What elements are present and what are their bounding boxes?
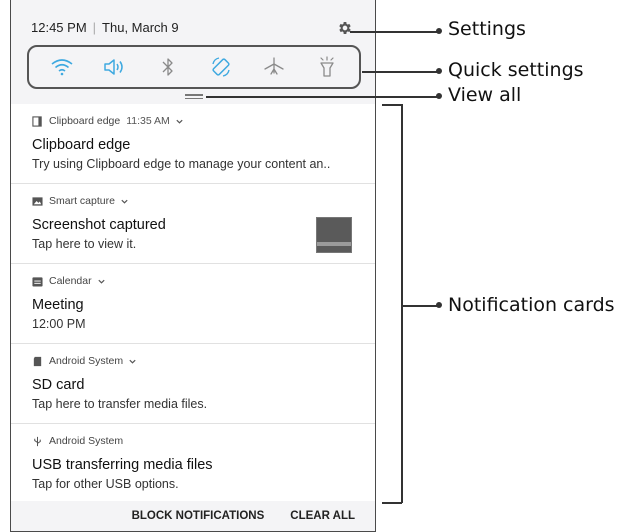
settings-gear-icon[interactable] xyxy=(337,20,353,36)
airplane-mode-toggle[interactable] xyxy=(260,53,288,81)
auto-rotate-toggle[interactable] xyxy=(207,53,235,81)
flashlight-toggle[interactable] xyxy=(313,53,341,81)
callout-notification-cards: Notification cards xyxy=(448,294,615,316)
notification-app-name: Clipboard edge xyxy=(49,115,121,127)
callout-line-view-all xyxy=(206,96,438,98)
chevron-down-icon[interactable] xyxy=(120,197,129,206)
notification-time: 11:35 AM xyxy=(126,115,170,127)
notification-title: Clipboard edge xyxy=(32,137,131,153)
calendar-icon xyxy=(32,276,43,287)
callout-view-all: View all xyxy=(448,84,522,106)
callout-settings: Settings xyxy=(448,18,526,40)
notification-body: Tap here to view it. xyxy=(32,237,137,251)
bluetooth-icon xyxy=(162,58,173,76)
notification-body: Tap here to transfer media files. xyxy=(32,397,208,411)
notification-meta: Clipboard edge 11:35 AM xyxy=(32,113,363,129)
image-icon xyxy=(32,196,43,206)
notification-app-name: Android System xyxy=(49,435,124,447)
callout-line-settings xyxy=(350,31,438,33)
notification-title: Screenshot captured xyxy=(32,217,166,233)
notification-body: Tap for other USB options. xyxy=(32,477,179,491)
notification-body: Try using Clipboard edge to manage your … xyxy=(32,157,331,171)
notification-app-name: Smart capture xyxy=(49,195,115,207)
bluetooth-toggle[interactable] xyxy=(154,53,182,81)
wifi-toggle[interactable] xyxy=(48,53,76,81)
notification-card[interactable]: Smart capture Screenshot captured Tap he… xyxy=(11,184,375,264)
callout-line-notification-cards xyxy=(401,305,438,307)
callout-bracket-vertical xyxy=(401,104,403,503)
chevron-down-icon[interactable] xyxy=(175,117,184,126)
notification-title: USB transferring media files xyxy=(32,457,213,473)
notification-meta: Smart capture xyxy=(32,193,363,209)
callout-dot-notification-cards xyxy=(436,302,442,308)
wifi-icon xyxy=(51,59,72,76)
notification-card[interactable]: Android System USB transferring media fi… xyxy=(11,424,375,502)
callout-dot-settings xyxy=(436,28,442,34)
block-notifications-button[interactable]: BLOCK NOTIFICATIONS xyxy=(132,510,265,522)
clock: 12:45 PM xyxy=(31,20,87,35)
callout-dot-quick-settings xyxy=(436,68,442,74)
chevron-down-icon[interactable] xyxy=(97,277,106,286)
view-all-handle[interactable] xyxy=(185,94,203,99)
clipboard-edge-icon xyxy=(32,115,42,127)
notification-title: Meeting xyxy=(32,297,84,313)
notification-panel: 12:45 PM | Thu, March 9 Clipboard edge 1… xyxy=(10,0,376,532)
sound-toggle[interactable] xyxy=(101,53,129,81)
flashlight-icon xyxy=(319,56,334,77)
date: Thu, March 9 xyxy=(102,20,179,35)
notification-title: SD card xyxy=(32,377,85,393)
airplane-mode-icon xyxy=(263,57,284,75)
screenshot-thumbnail[interactable] xyxy=(316,217,352,253)
notification-card[interactable]: Clipboard edge 11:35 AM Clipboard edge T… xyxy=(11,104,375,184)
sd-card-icon xyxy=(33,356,42,366)
notification-meta: Calendar xyxy=(32,273,363,289)
notification-app-name: Calendar xyxy=(49,275,92,287)
callout-dot-view-all xyxy=(436,93,442,99)
notification-card[interactable]: Android System SD card Tap here to trans… xyxy=(11,344,375,424)
notification-footer: BLOCK NOTIFICATIONS CLEAR ALL xyxy=(11,501,375,531)
status-separator: | xyxy=(92,20,97,35)
notification-card[interactable]: Calendar Meeting 12:00 PM xyxy=(11,264,375,344)
callout-quick-settings: Quick settings xyxy=(448,59,584,81)
notification-meta: Android System xyxy=(32,433,363,449)
quick-settings-bar xyxy=(27,45,361,89)
auto-rotate-icon xyxy=(211,57,230,77)
chevron-down-icon[interactable] xyxy=(128,357,137,366)
notification-body: 12:00 PM xyxy=(32,317,86,331)
usb-icon xyxy=(34,436,41,446)
clear-all-button[interactable]: CLEAR ALL xyxy=(290,510,355,522)
notification-app-name: Android System xyxy=(49,355,124,367)
callout-bracket-bottom xyxy=(382,502,402,504)
sound-icon xyxy=(103,59,123,75)
callout-bracket-top xyxy=(382,104,402,106)
callout-line-quick-settings xyxy=(362,71,438,73)
notification-meta: Android System xyxy=(32,353,363,369)
